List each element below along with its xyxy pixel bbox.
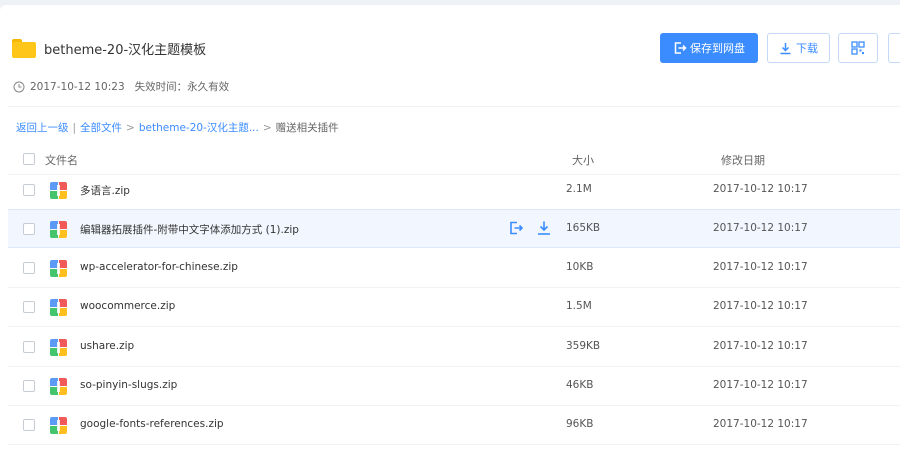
table-row[interactable]: ushare.zip 359KB 2017-10-12 10:17 — [8, 328, 900, 367]
row-checkbox[interactable] — [23, 341, 35, 353]
row-checkbox[interactable] — [23, 184, 35, 196]
download-button[interactable]: 下载 — [767, 33, 830, 63]
clock-icon — [13, 81, 25, 92]
file-name[interactable]: 编辑器拓展插件-附带中文字体添加方式 (1).zip — [80, 222, 299, 237]
file-name[interactable]: google-fonts-references.zip — [80, 418, 224, 430]
share-panel: betheme-20-汉化主题模板 2017-10-12 10:23 失效时间：… — [0, 5, 900, 456]
file-size: 96KB — [566, 418, 594, 430]
zip-file-icon — [50, 260, 67, 277]
file-name[interactable]: woocommerce.zip — [80, 300, 175, 312]
download-icon[interactable] — [536, 220, 552, 236]
file-date: 2017-10-12 10:17 — [713, 340, 808, 352]
breadcrumb-arrow: > — [262, 121, 272, 134]
column-header-date[interactable]: 修改日期 — [721, 152, 765, 168]
table-row[interactable]: so-pinyin-slugs.zip 46KB 2017-10-12 10:1… — [8, 367, 900, 406]
save-to-netdisk-button[interactable]: 保存到网盘 — [660, 33, 758, 63]
breadcrumb-current: 赠送相关插件 — [275, 122, 339, 134]
save-icon — [674, 42, 687, 54]
table-row[interactable]: 多语言.zip 2.1M 2017-10-12 10:17 — [8, 171, 900, 210]
file-size: 46KB — [566, 379, 594, 391]
row-checkbox[interactable] — [23, 262, 35, 274]
breadcrumb-back-link[interactable]: 返回上一级 — [16, 120, 69, 135]
save-icon[interactable] — [508, 220, 524, 236]
row-checkbox[interactable] — [23, 380, 35, 392]
share-title-row: betheme-20-汉化主题模板 — [12, 37, 206, 59]
row-actions — [508, 220, 552, 236]
file-size: 1.5M — [566, 300, 592, 312]
zip-file-icon — [50, 339, 67, 356]
file-size: 165KB — [566, 222, 601, 234]
download-icon — [780, 42, 791, 54]
share-expire: 失效时间：永久有效 — [134, 81, 230, 93]
share-meta: 2017-10-12 10:23 失效时间：永久有效 — [13, 79, 229, 94]
qrcode-button[interactable] — [838, 33, 878, 63]
zip-file-icon — [50, 182, 67, 199]
file-date: 2017-10-12 10:17 — [713, 379, 808, 391]
file-date: 2017-10-12 10:17 — [713, 222, 808, 234]
share-date: 2017-10-12 10:23 — [30, 80, 125, 93]
more-button[interactable] — [888, 33, 900, 63]
header-divider — [8, 106, 900, 107]
breadcrumb: 返回上一级 | 全部文件 > betheme-20-汉化主题... > 赠送相关… — [16, 120, 339, 135]
file-date: 2017-10-12 10:17 — [713, 261, 808, 273]
column-header-size[interactable]: 大小 — [572, 152, 594, 168]
file-name[interactable]: wp-accelerator-for-chinese.zip — [80, 261, 238, 273]
row-checkbox[interactable] — [23, 419, 35, 431]
file-name[interactable]: ushare.zip — [80, 340, 134, 352]
file-date: 2017-10-12 10:17 — [713, 418, 808, 430]
file-name[interactable]: 多语言.zip — [80, 183, 130, 198]
folder-icon — [12, 38, 36, 58]
share-title: betheme-20-汉化主题模板 — [44, 42, 207, 58]
download-button-label: 下载 — [796, 42, 818, 55]
row-checkbox[interactable] — [23, 223, 35, 235]
breadcrumb-all-files-link[interactable]: 全部文件 — [80, 120, 122, 135]
table-row[interactable]: wp-accelerator-for-chinese.zip 10KB 2017… — [8, 249, 900, 288]
file-size: 10KB — [566, 261, 594, 273]
column-header-name[interactable]: 文件名 — [45, 152, 78, 168]
zip-file-icon — [50, 221, 67, 238]
file-date: 2017-10-12 10:17 — [713, 300, 808, 312]
save-button-label: 保存到网盘 — [690, 42, 745, 55]
table-row[interactable]: woocommerce.zip 1.5M 2017-10-12 10:17 — [8, 288, 900, 327]
table-row[interactable]: google-fonts-references.zip 96KB 2017-10… — [8, 406, 900, 445]
breadcrumb-folder-link[interactable]: betheme-20-汉化主题... — [139, 120, 259, 135]
file-date: 2017-10-12 10:17 — [713, 183, 808, 195]
qrcode-icon — [851, 41, 865, 55]
table-row[interactable]: 编辑器拓展插件-附带中文字体添加方式 (1).zip 165KB 2017-10… — [8, 209, 900, 248]
breadcrumb-separator: | — [72, 121, 77, 134]
zip-file-icon — [50, 378, 67, 395]
file-name[interactable]: so-pinyin-slugs.zip — [80, 379, 177, 391]
select-all-checkbox[interactable] — [23, 153, 35, 165]
zip-file-icon — [50, 299, 67, 316]
row-checkbox[interactable] — [23, 301, 35, 313]
zip-file-icon — [50, 417, 67, 434]
file-size: 2.1M — [566, 183, 592, 195]
file-size: 359KB — [566, 340, 601, 352]
breadcrumb-arrow: > — [126, 121, 135, 134]
